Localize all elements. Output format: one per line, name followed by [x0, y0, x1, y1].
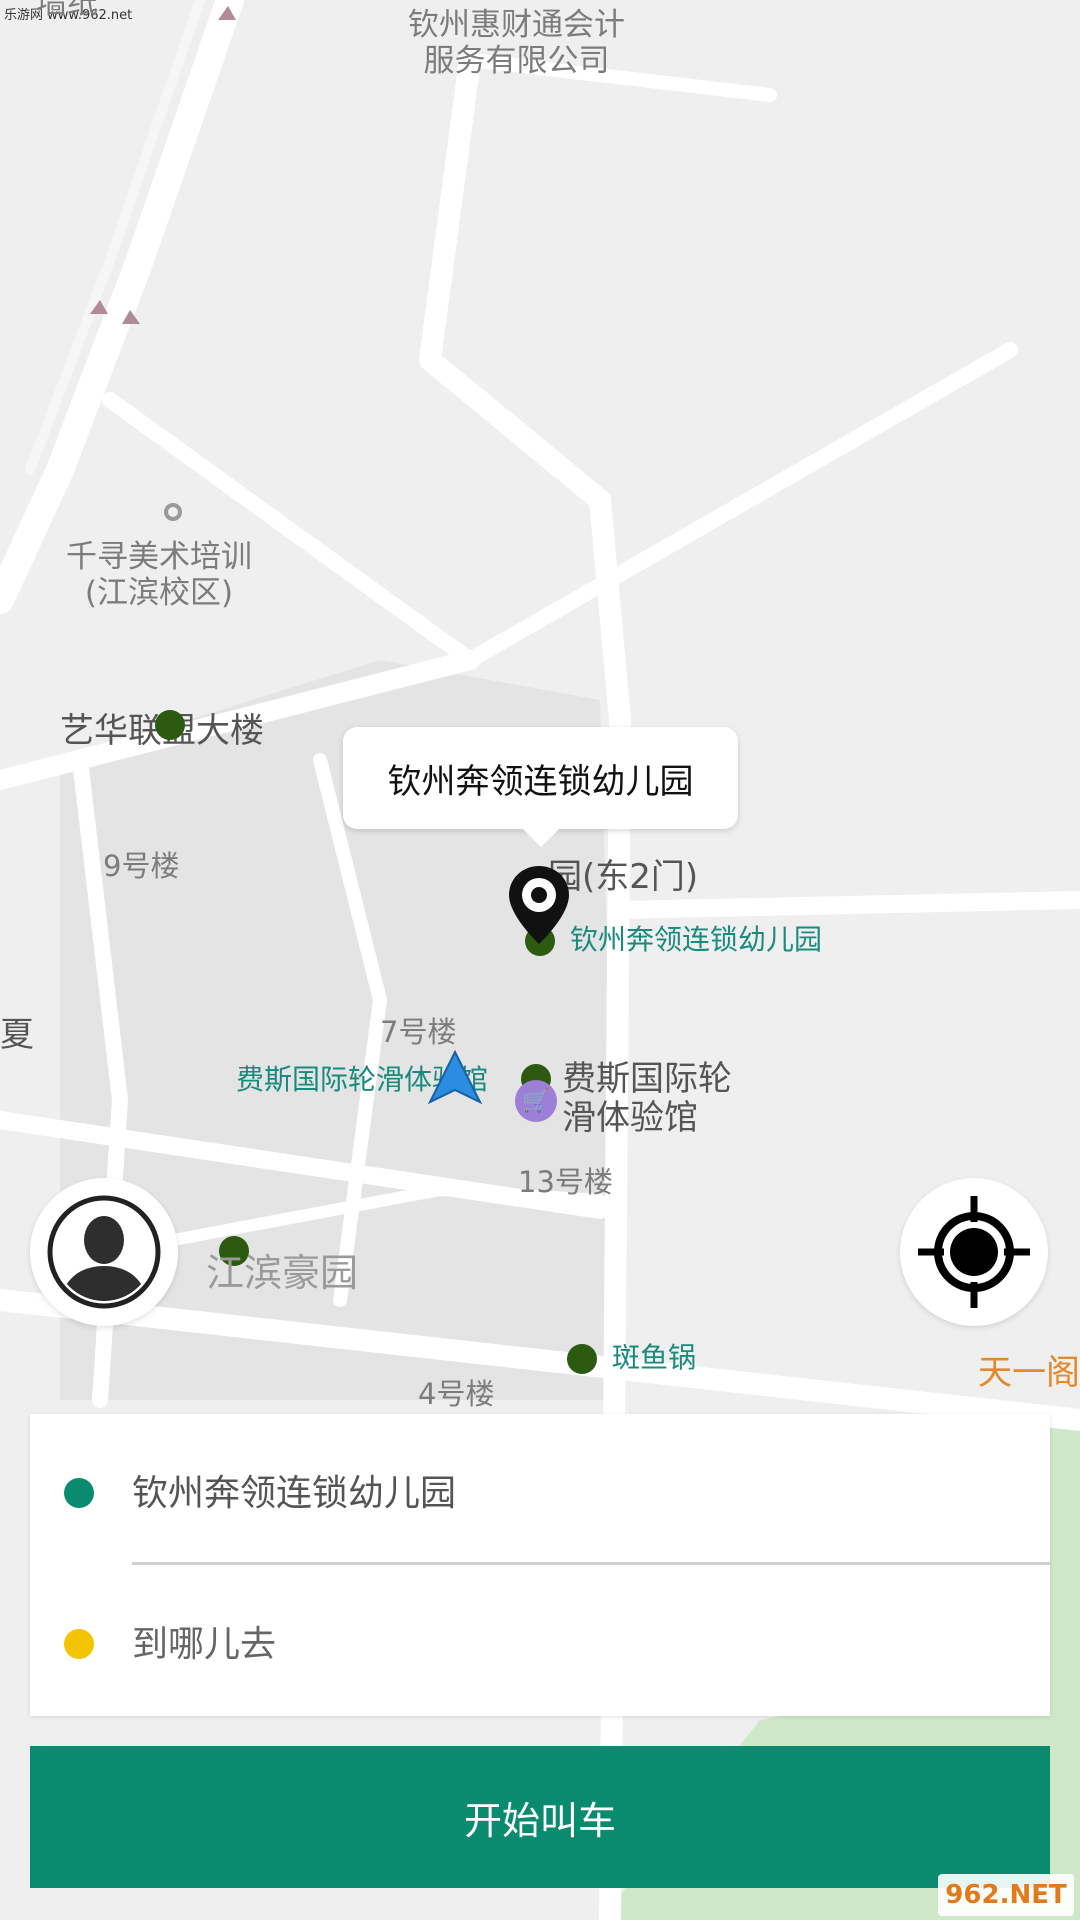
poi-dot-league: [155, 710, 185, 740]
watermark-bottom: 962.NET: [938, 1874, 1074, 1916]
crosshair-icon: [918, 1196, 1030, 1308]
navigation-arrow-icon: [428, 1050, 482, 1105]
map-label-top-left: 墙纸: [36, 0, 98, 21]
map-label-building-4: 4号楼: [418, 1377, 495, 1411]
origin-field[interactable]: 钦州奔领连锁幼儿园: [132, 1464, 456, 1516]
trip-panel: 钦州奔领连锁幼儿园 到哪儿去: [30, 1414, 1050, 1716]
poi-dot-fish-pot: [567, 1344, 597, 1374]
map-label-xia: 夏: [0, 1015, 34, 1055]
map-label-building-7: 7号楼: [380, 1015, 457, 1049]
map-label-fish-pot: 斑鱼锅: [612, 1341, 697, 1374]
location-popup-label: 钦州奔领连锁幼儿园: [387, 761, 694, 802]
destination-row[interactable]: 到哪儿去: [30, 1565, 1050, 1715]
origin-dot-icon: [64, 1478, 94, 1508]
map-label-company: 钦州惠财通会计 服务有限公司: [408, 7, 625, 79]
user-avatar-icon: [47, 1195, 161, 1309]
map-label-skate-right: 费斯国际轮 滑体验馆: [562, 1059, 732, 1139]
start-call-car-button[interactable]: 开始叫车: [30, 1746, 1050, 1888]
map-label-jiangbin: 江滨豪园: [206, 1251, 359, 1295]
map-label-building-9: 9号楼: [103, 849, 180, 883]
origin-row[interactable]: 钦州奔领连锁幼儿园: [30, 1414, 1050, 1565]
map-label-kindergarten: 钦州奔领连锁幼儿园: [570, 923, 823, 956]
shop-icon: 🛒: [515, 1080, 557, 1122]
map-label-tianyi: 天一阁: [978, 1353, 1080, 1393]
avatar-button[interactable]: [30, 1178, 178, 1326]
locate-button[interactable]: [900, 1178, 1048, 1326]
destination-field[interactable]: 到哪儿去: [132, 1615, 276, 1667]
map-label-art-school: 千寻美术培训 (江滨校区): [66, 539, 252, 611]
location-popup[interactable]: 钦州奔领连锁幼儿园: [343, 727, 738, 847]
location-pin-icon[interactable]: [507, 864, 571, 946]
destination-dot-icon: [64, 1629, 94, 1659]
map-label-building-13: 13号楼: [518, 1165, 613, 1199]
